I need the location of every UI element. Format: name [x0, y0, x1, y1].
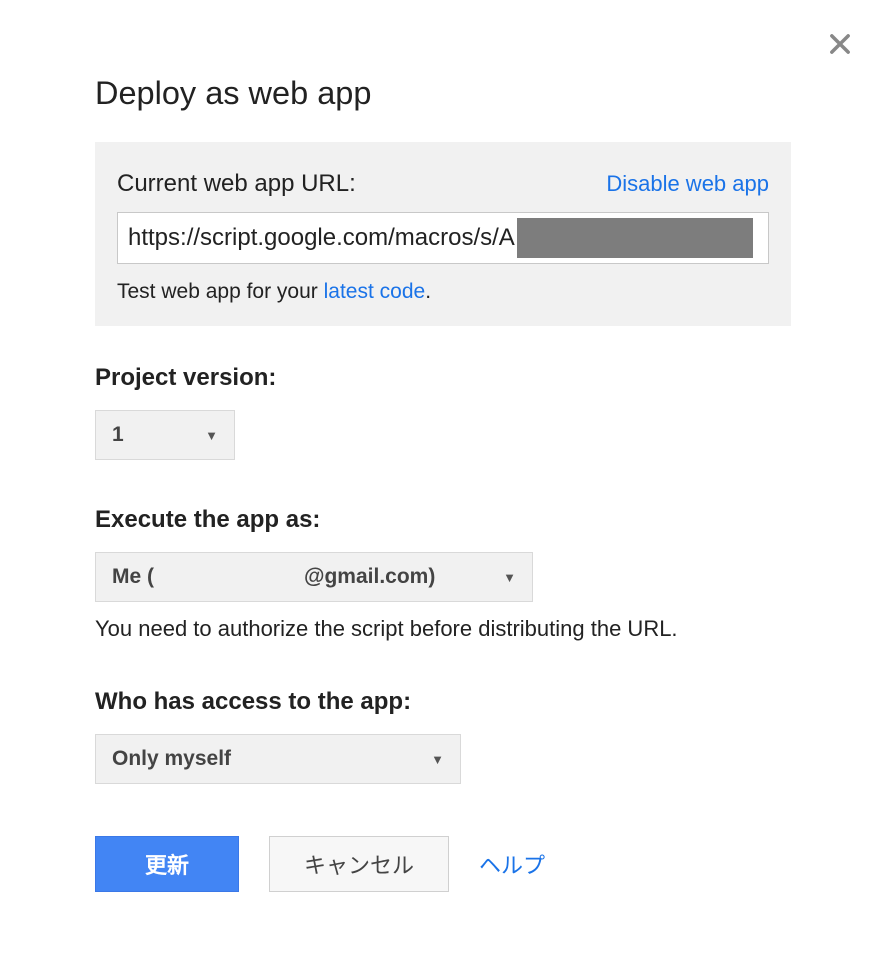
web-app-url-input[interactable] — [117, 212, 769, 264]
url-panel: Current web app URL: Disable web app Tes… — [95, 142, 791, 326]
execute-as-value: Me ( @gmail.com) — [112, 565, 435, 589]
deploy-dialog: Deploy as web app Current web app URL: D… — [0, 0, 886, 942]
url-header-row: Current web app URL: Disable web app — [117, 170, 769, 198]
execute-as-label: Execute the app as: — [95, 506, 791, 534]
execute-as-prefix: Me ( — [112, 565, 154, 588]
project-version-label: Project version: — [95, 364, 791, 392]
latest-code-link[interactable]: latest code — [324, 280, 426, 303]
button-row: 更新 キャンセル ヘルプ — [95, 836, 791, 892]
chevron-down-icon: ▼ — [503, 570, 516, 585]
cancel-button[interactable]: キャンセル — [269, 836, 449, 892]
access-value: Only myself — [112, 747, 231, 771]
authorize-help-text: You need to authorize the script before … — [95, 616, 791, 642]
update-button[interactable]: 更新 — [95, 836, 239, 892]
access-group: Who has access to the app: Only myself ▼ — [95, 688, 791, 784]
dialog-title: Deploy as web app — [95, 75, 791, 112]
url-label: Current web app URL: — [117, 170, 356, 198]
execute-as-select[interactable]: Me ( @gmail.com) ▼ — [95, 552, 533, 602]
close-icon — [826, 30, 854, 58]
chevron-down-icon: ▼ — [205, 428, 218, 443]
chevron-down-icon: ▼ — [431, 752, 444, 767]
help-link[interactable]: ヘルプ — [479, 848, 545, 880]
project-version-value: 1 — [112, 423, 124, 447]
execute-as-group: Execute the app as: Me ( @gmail.com) ▼ Yo… — [95, 506, 791, 642]
test-suffix: . — [425, 280, 431, 303]
url-input-wrap — [117, 212, 769, 264]
disable-web-app-link[interactable]: Disable web app — [606, 171, 769, 197]
access-label: Who has access to the app: — [95, 688, 791, 716]
project-version-group: Project version: 1 ▼ — [95, 364, 791, 460]
execute-as-suffix: @gmail.com) — [304, 565, 435, 588]
project-version-select[interactable]: 1 ▼ — [95, 410, 235, 460]
test-text: Test web app for your latest code. — [117, 280, 769, 304]
close-button[interactable] — [826, 30, 854, 63]
access-select[interactable]: Only myself ▼ — [95, 734, 461, 784]
test-prefix: Test web app for your — [117, 280, 324, 303]
